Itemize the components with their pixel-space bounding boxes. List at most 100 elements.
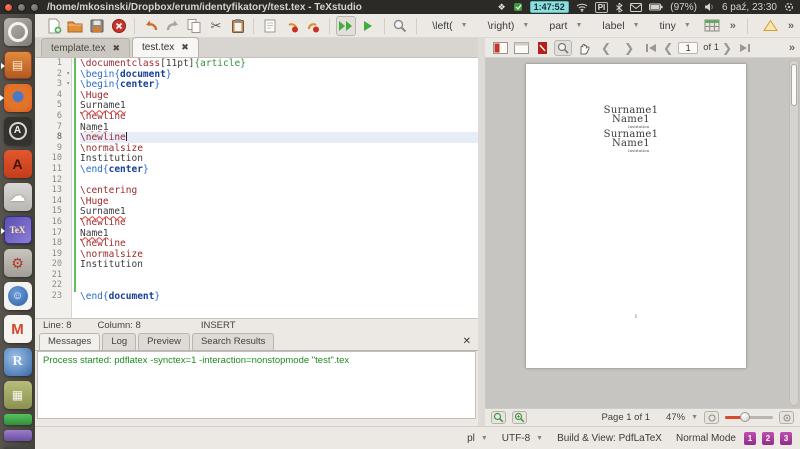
- code-line[interactable]: \end{document}: [80, 291, 478, 302]
- windowed-viewer-icon[interactable]: [491, 40, 509, 56]
- close-tab-icon[interactable]: ✖: [112, 43, 120, 54]
- note-icon[interactable]: [260, 16, 280, 36]
- dropbox-icon[interactable]: ❖: [498, 2, 506, 13]
- line-number[interactable]: 7: [35, 122, 71, 133]
- keyboard-layout-indicator[interactable]: Pl: [594, 1, 609, 13]
- code-line[interactable]: [80, 280, 478, 291]
- toolbar-overflow-icon[interactable]: »: [730, 20, 736, 32]
- table-icon[interactable]: [702, 16, 723, 36]
- line-number[interactable]: 17: [35, 228, 71, 239]
- fold-marker-icon[interactable]: ▾: [66, 69, 70, 80]
- launcher-item-rproject[interactable]: R: [3, 348, 32, 376]
- code-line[interactable]: \normalsize: [80, 143, 478, 154]
- line-number[interactable]: 13: [35, 185, 71, 196]
- find-icon[interactable]: [391, 16, 411, 36]
- new-file-icon[interactable]: [44, 16, 64, 36]
- bookmark-2-icon[interactable]: 2: [762, 431, 774, 445]
- code-line[interactable]: Institution: [80, 153, 478, 164]
- zoom-slider-knob[interactable]: [740, 412, 750, 422]
- right-delimiter-dropdown[interactable]: \right) ▼: [488, 20, 530, 32]
- line-number[interactable]: 4: [35, 90, 71, 101]
- page-number-input[interactable]: 1: [678, 41, 699, 54]
- pdf-scrollbar[interactable]: [789, 60, 799, 406]
- code-editor[interactable]: 1 2 ▾ 3 ▾ 4 5 6 7 8 9 10 11 12 13 14 15 16 17 18 19 20 21 22 23 …: [35, 58, 478, 318]
- fullscreen-viewer-icon[interactable]: [512, 40, 530, 56]
- code-line[interactable]: \centering: [80, 185, 478, 196]
- code-line[interactable]: \documentclass[11pt]{article}: [80, 58, 478, 69]
- code-line[interactable]: [80, 270, 478, 281]
- launcher-item-installer[interactable]: A: [3, 150, 32, 178]
- pdf-toolbar-overflow-icon[interactable]: »: [789, 42, 800, 54]
- launcher-item-updater[interactable]: A: [3, 117, 32, 145]
- line-number[interactable]: 8: [35, 132, 71, 143]
- toolbar-overflow-icon-2[interactable]: »: [788, 20, 794, 32]
- code-line[interactable]: Name1: [80, 228, 478, 239]
- launcher-item-files[interactable]: ▤: [0, 51, 32, 79]
- volume-icon[interactable]: [704, 2, 715, 12]
- line-number[interactable]: 11: [35, 164, 71, 175]
- language-dropdown[interactable]: pl ▼: [467, 433, 488, 444]
- next-bookmark-icon[interactable]: [304, 16, 324, 36]
- code-line[interactable]: Institution: [80, 259, 478, 270]
- timer-applet[interactable]: 1:47:52: [529, 1, 569, 13]
- bluetooth-icon[interactable]: [615, 2, 624, 13]
- launcher-item-mini-purple[interactable]: [3, 430, 32, 441]
- code-line[interactable]: Surname1: [80, 206, 478, 217]
- zoom-slider-plus-button[interactable]: [779, 411, 794, 424]
- back-icon[interactable]: ❮: [601, 41, 611, 55]
- launcher-item-ubuntu-dash[interactable]: [3, 18, 32, 46]
- sectioning-dropdown[interactable]: part ▼: [549, 20, 582, 32]
- fontsize-dropdown[interactable]: tiny ▼: [660, 20, 691, 32]
- line-number[interactable]: 1: [35, 58, 71, 69]
- previous-bookmark-icon[interactable]: [282, 16, 302, 36]
- window-maximize-button[interactable]: [30, 2, 39, 12]
- undo-icon[interactable]: [141, 16, 161, 36]
- line-number[interactable]: 21: [35, 270, 71, 281]
- previous-page-icon[interactable]: ❮: [663, 41, 673, 55]
- wifi-icon[interactable]: [576, 2, 588, 12]
- close-file-icon[interactable]: [109, 16, 129, 36]
- first-page-icon[interactable]: [642, 40, 660, 56]
- line-number[interactable]: 2 ▾: [35, 69, 71, 80]
- reference-dropdown[interactable]: label ▼: [602, 20, 639, 32]
- line-number[interactable]: 16: [35, 217, 71, 228]
- window-minimize-button[interactable]: [17, 2, 26, 12]
- session-gear-icon[interactable]: [784, 2, 794, 12]
- open-file-icon[interactable]: [66, 16, 86, 36]
- external-viewer-icon[interactable]: [533, 40, 551, 56]
- line-number[interactable]: 10: [35, 153, 71, 164]
- launcher-item-chat[interactable]: ☺: [3, 282, 32, 310]
- fold-marker-icon[interactable]: ▾: [66, 79, 70, 90]
- tab-test-tex[interactable]: test.tex ✖: [132, 37, 199, 57]
- launcher-item-texstudio[interactable]: TeX: [0, 216, 32, 244]
- left-delimiter-dropdown[interactable]: \left(▼: [432, 20, 467, 32]
- window-close-button[interactable]: [4, 2, 13, 12]
- math-mode-icon[interactable]: [760, 16, 781, 36]
- zoom-in-icon[interactable]: [512, 411, 527, 424]
- line-number[interactable]: 12: [35, 175, 71, 186]
- paste-icon[interactable]: [228, 16, 248, 36]
- launcher-item-gmail[interactable]: M: [3, 315, 32, 343]
- view-button[interactable]: [358, 16, 378, 36]
- pdf-scrollbar-thumb[interactable]: [791, 64, 797, 106]
- code-line[interactable]: Name1: [80, 122, 478, 133]
- code-line[interactable]: \Huge: [80, 90, 478, 101]
- pane-splitter[interactable]: [478, 38, 485, 426]
- encoding-dropdown[interactable]: UTF-8 ▼: [502, 433, 543, 444]
- code-line[interactable]: \newline: [80, 238, 478, 249]
- pdf-viewer[interactable]: Surname1 Name1 Institution Surname1 Name…: [485, 58, 800, 408]
- line-number[interactable]: 18: [35, 238, 71, 249]
- last-page-icon[interactable]: [735, 40, 753, 56]
- mail-icon[interactable]: [630, 2, 643, 12]
- pdf-zoom-slider[interactable]: [725, 412, 773, 422]
- save-icon[interactable]: [87, 16, 107, 36]
- copy-icon[interactable]: [185, 16, 205, 36]
- bookmark-1-icon[interactable]: 1: [744, 431, 756, 445]
- tab-messages[interactable]: Messages: [39, 333, 101, 350]
- line-number[interactable]: 23: [35, 291, 71, 302]
- launcher-item-firefox[interactable]: [0, 84, 32, 112]
- close-tab-icon[interactable]: ✖: [181, 42, 189, 53]
- tab-search-results[interactable]: Search Results: [191, 333, 275, 350]
- line-number[interactable]: 15: [35, 206, 71, 217]
- redo-icon[interactable]: [163, 16, 183, 36]
